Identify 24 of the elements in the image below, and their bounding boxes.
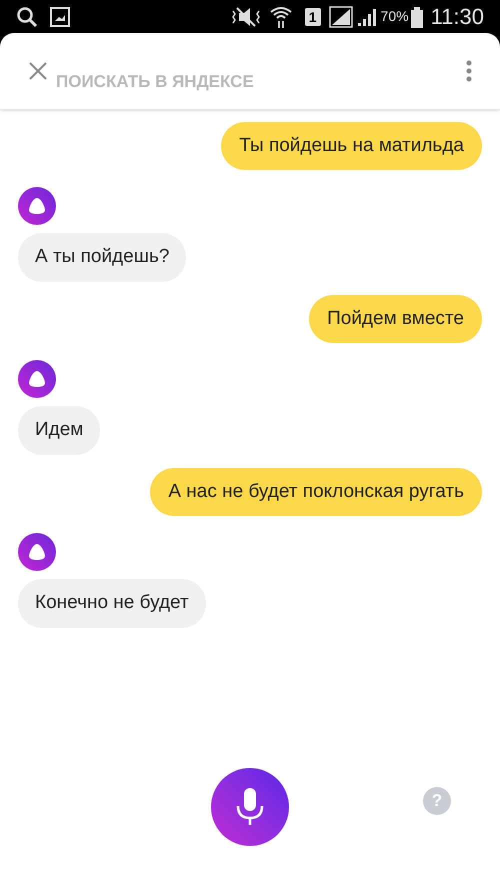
sim-indicator: 1 xyxy=(304,8,321,26)
microphone-icon xyxy=(235,787,265,827)
user-message-bubble: Пойдем вместе xyxy=(309,295,482,343)
assistant-message-bubble: Идем xyxy=(18,406,100,455)
assistant-avatar-icon xyxy=(18,360,56,398)
background-search-text: ПОИСКАТЬ В ЯНДЕКСЕ xyxy=(56,71,254,94)
assistant-avatar-icon xyxy=(18,533,56,571)
user-message-bubble: Ты пойдешь на матильда xyxy=(221,122,482,170)
search-icon xyxy=(16,6,38,28)
image-icon xyxy=(50,6,70,26)
assistant-message-bubble: А ты пойдешь? xyxy=(18,233,186,282)
assistant-avatar-icon xyxy=(18,187,56,225)
mute-icon xyxy=(230,6,261,28)
close-icon[interactable] xyxy=(28,61,48,81)
battery-percent: 70% xyxy=(380,7,409,26)
more-menu-icon[interactable] xyxy=(466,60,472,82)
assistant-message-bubble: Конечно не будет xyxy=(18,579,206,628)
signal-box-icon xyxy=(328,6,353,28)
wifi-icon xyxy=(268,4,293,28)
help-button[interactable]: ? xyxy=(423,787,451,815)
battery-icon xyxy=(410,6,423,28)
signal-icon xyxy=(356,6,377,26)
user-message-bubble: А нас не будет поклонская ругать xyxy=(150,468,482,516)
clock: 11:30 xyxy=(430,3,484,31)
